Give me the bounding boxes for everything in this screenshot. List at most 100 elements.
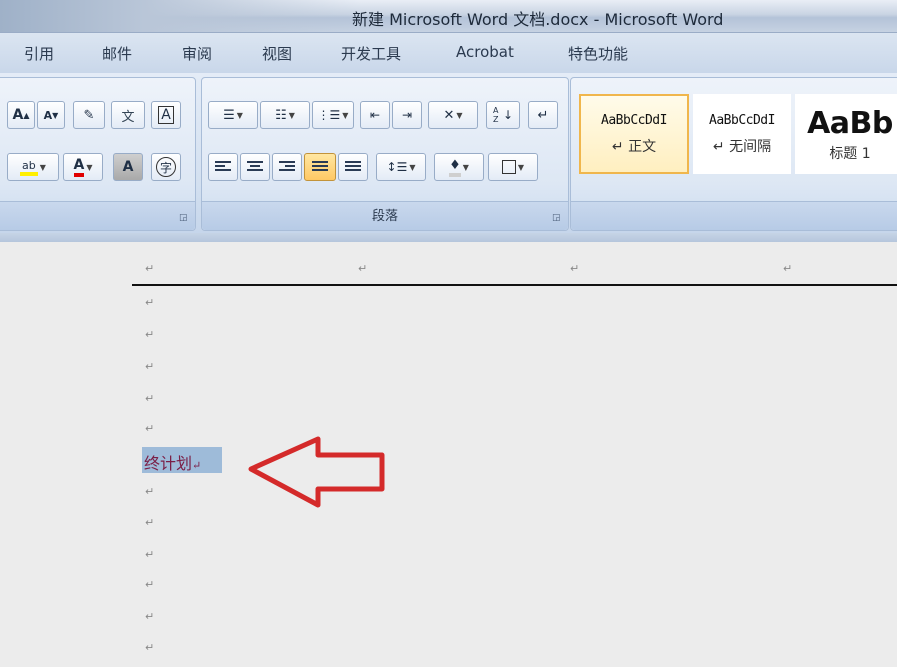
justify-button[interactable]	[304, 153, 336, 181]
style-preview: AaBb	[807, 105, 893, 141]
borders-button[interactable]: ▼	[488, 153, 538, 181]
phonetic-guide-button[interactable]: 文	[111, 101, 145, 129]
distributed-button[interactable]	[338, 153, 368, 181]
paragraph-mark: ↵	[145, 548, 155, 561]
sort-arrow-icon: ↓	[502, 108, 514, 122]
chevron-down-icon: ▼	[456, 110, 463, 120]
style-normal[interactable]: AaBbCcDdI ↵ 正文	[579, 94, 689, 174]
character-shading-button[interactable]: A	[113, 153, 143, 181]
cell-end-mark: ↵	[358, 262, 368, 275]
paragraph-dialog-launcher-icon[interactable]: ◲	[552, 213, 562, 223]
chinese-layout-icon: ✕	[443, 107, 455, 123]
shrink-font-icon: A	[43, 108, 53, 122]
window-title: 新建 Microsoft Word 文档.docx - Microsoft Wo…	[352, 10, 724, 29]
grow-font-button[interactable]: A ▲	[7, 101, 35, 129]
multilevel-list-button[interactable]: ⋮☰ ▼	[312, 101, 354, 129]
paint-bucket-icon: ♦	[449, 158, 461, 177]
numbering-button[interactable]: ☷ ▼	[260, 101, 310, 129]
chevron-down-icon: ▼	[39, 162, 46, 172]
shrink-font-button[interactable]: A ▼	[37, 101, 65, 129]
tab-references[interactable]: 引用	[24, 43, 54, 64]
character-border-button[interactable]: A	[151, 101, 181, 129]
title-bar: 新建 Microsoft Word 文档.docx - Microsoft Wo…	[0, 0, 897, 33]
line-spacing-button[interactable]: ↕☰ ▼	[376, 153, 426, 181]
font-color-button[interactable]: A ▼	[63, 153, 103, 181]
cell-end-mark: ↵	[783, 262, 793, 275]
tab-review[interactable]: 审阅	[182, 43, 212, 64]
styles-group: AaBbCcDdI ↵ 正文 AaBbCcDdI ↵ 无间隔 AaBb 标题 1	[570, 77, 897, 231]
chevron-down-icon: ▼	[236, 110, 243, 120]
tab-mailings[interactable]: 邮件	[102, 43, 132, 64]
highlighter-icon: ab	[20, 159, 38, 176]
chevron-down-icon: ▼	[342, 110, 349, 120]
red-arrow-annotation-icon	[248, 436, 385, 508]
justify-icon	[312, 160, 328, 174]
enclose-characters-icon: 字	[156, 157, 176, 177]
font-dialog-launcher-icon[interactable]: ◲	[179, 213, 189, 223]
align-right-button[interactable]	[272, 153, 302, 181]
tab-acrobat[interactable]: Acrobat	[456, 43, 514, 61]
increase-indent-button[interactable]: ⇥	[392, 101, 422, 129]
border-icon	[501, 160, 516, 174]
selected-text-content: 终计划	[144, 454, 193, 473]
align-center-icon	[247, 160, 263, 174]
cell-end-mark: ↵	[145, 262, 155, 275]
bullet-list-icon: ☰	[223, 107, 235, 123]
styles-group-footer	[571, 201, 897, 230]
style-no-spacing[interactable]: AaBbCcDdI ↵ 无间隔	[693, 94, 791, 174]
paragraph-mark: ↵	[145, 485, 155, 498]
paragraph-group-footer: 段落 ◲	[202, 201, 568, 230]
ribbon-tab-bar: 引用 邮件 审阅 视图 开发工具 Acrobat 特色功能	[0, 33, 897, 73]
cell-end-mark: ↵	[570, 262, 580, 275]
align-left-icon	[215, 160, 231, 174]
bullets-button[interactable]: ☰ ▼	[208, 101, 258, 129]
paragraph-mark: ↵	[145, 422, 155, 435]
multilevel-list-icon: ⋮☰	[317, 108, 341, 122]
clear-formatting-button[interactable]: ✎	[73, 101, 105, 129]
style-preview: AaBbCcDdI	[709, 112, 775, 128]
chinese-layout-button[interactable]: ✕ ▼	[428, 101, 478, 129]
ribbon: A ▲ A ▼ ✎ 文 A ab ▼ A ▼ A 字 ◲ ☰ ▼ ☷ ▼ ⋮☰ …	[0, 73, 897, 233]
tab-special-features[interactable]: 特色功能	[568, 43, 628, 64]
paragraph-mark: ↵	[145, 328, 155, 341]
font-group: A ▲ A ▼ ✎ 文 A ab ▼ A ▼ A 字 ◲	[0, 77, 196, 231]
paragraph-mark-icon: ↵	[537, 107, 549, 123]
paragraph-group: ☰ ▼ ☷ ▼ ⋮☰ ▼ ⇤ ⇥ ✕ ▼ A Z ↓ ↵ ↕☰ ▼ ♦ ▼ ▼ …	[201, 77, 569, 231]
tab-developer[interactable]: 开发工具	[341, 43, 401, 64]
paragraph-mark: ↵	[192, 459, 202, 472]
character-shading-icon: A	[122, 159, 134, 175]
paragraph-mark: ↵	[145, 641, 155, 654]
show-hide-marks-button[interactable]: ↵	[528, 101, 558, 129]
decrease-indent-button[interactable]: ⇤	[360, 101, 390, 129]
paragraph-mark: ↵	[145, 360, 155, 373]
chevron-down-icon: ▼	[462, 162, 469, 172]
align-right-icon	[279, 160, 295, 174]
style-preview: AaBbCcDdI	[601, 112, 667, 128]
align-center-button[interactable]	[240, 153, 270, 181]
paragraph-mark: ↵	[145, 610, 155, 623]
eraser-icon: ✎	[83, 107, 95, 123]
align-left-button[interactable]	[208, 153, 238, 181]
style-name: ↵ 无间隔	[712, 138, 772, 155]
decrease-indent-icon: ⇤	[369, 108, 381, 122]
ruler[interactable]	[0, 233, 897, 242]
tab-view[interactable]: 视图	[262, 43, 292, 64]
shading-button[interactable]: ♦ ▼	[434, 153, 484, 181]
enclose-characters-button[interactable]: 字	[151, 153, 181, 181]
line-spacing-icon: ↕☰	[386, 160, 408, 174]
style-heading-1[interactable]: AaBb 标题 1	[795, 94, 897, 174]
paragraph-mark: ↵	[145, 392, 155, 405]
numbered-list-icon: ☷	[275, 107, 287, 123]
highlight-button[interactable]: ab ▼	[7, 153, 59, 181]
chevron-down-icon: ▼	[86, 162, 93, 172]
style-name: ↵ 正文	[611, 138, 657, 155]
title-bar-background	[0, 0, 360, 32]
document-area[interactable]	[0, 242, 897, 667]
chevron-down-icon: ▼	[409, 162, 416, 172]
sort-button[interactable]: A Z ↓	[486, 101, 520, 129]
paragraph-mark: ↵	[145, 296, 155, 309]
grow-font-icon: A	[12, 107, 24, 123]
paragraph-mark: ↵	[145, 516, 155, 529]
chevron-down-icon: ▼	[288, 110, 295, 120]
selected-text[interactable]: 终计划↵	[144, 450, 201, 474]
